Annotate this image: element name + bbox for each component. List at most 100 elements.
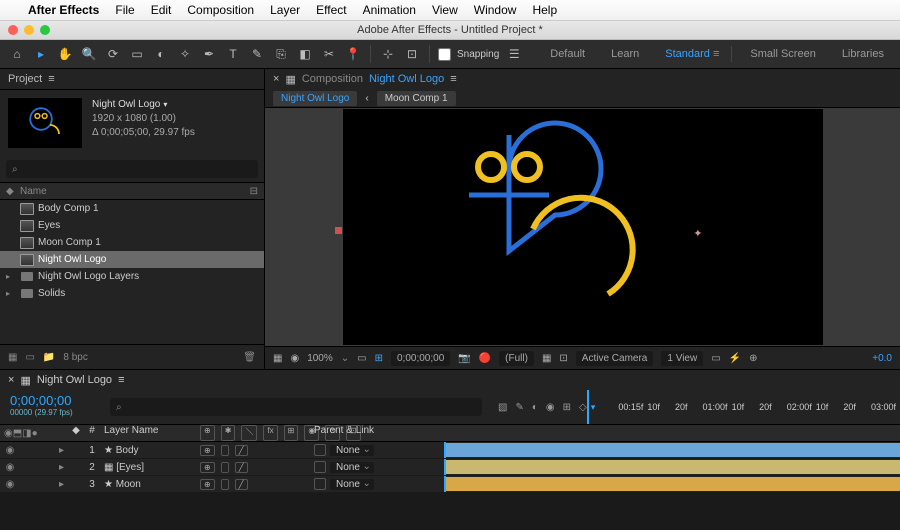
hand-tool-icon[interactable]: ✋ [56, 45, 74, 63]
zoom-tool-icon[interactable]: 🔍 [80, 45, 98, 63]
menu-view[interactable]: View [432, 3, 458, 17]
list-item[interactable]: Moon Comp 1 [0, 234, 264, 251]
workspace-learn[interactable]: Learn [603, 46, 647, 62]
layer-name[interactable]: ★ Moon [100, 479, 200, 490]
roto2-tool-icon[interactable]: ✂ [320, 45, 338, 63]
channels-icon[interactable]: 🔴 [479, 353, 491, 364]
layer-view-icon[interactable]: ▦ [285, 73, 295, 86]
list-item[interactable]: Body Comp 1 [0, 200, 264, 217]
project-search-input[interactable]: ⌕ [6, 160, 258, 178]
shy-icon[interactable]: ✎ [515, 402, 523, 413]
brush-tool-icon[interactable]: ✎ [248, 45, 266, 63]
layer-duration-bar[interactable] [446, 443, 900, 457]
workspace-small[interactable]: Small Screen [742, 46, 823, 62]
workspace-standard[interactable]: Standard ≡ [657, 46, 732, 62]
viewer-timecode[interactable]: 0;00;00;00 [391, 351, 450, 366]
layer-name[interactable]: ▦ [Eyes] [100, 462, 200, 473]
axis-icon[interactable]: ⊹ [379, 45, 397, 63]
new-comp-icon[interactable]: ▭ [25, 352, 34, 363]
app-menu[interactable]: After Effects [28, 3, 99, 17]
comp-mini-icon[interactable]: ▧ [498, 402, 507, 413]
interpret-icon[interactable]: ▦ [8, 352, 17, 363]
visibility-icon[interactable]: ◉ [4, 462, 16, 473]
viewer-close-icon[interactable]: × [273, 73, 279, 85]
time-ruler[interactable]: ▾ 00:15f10f20f01:00f10f20f02:00f10f20f03… [587, 390, 900, 424]
index-column-header[interactable]: # [84, 425, 100, 441]
breadcrumb[interactable]: Night Owl Logo [273, 91, 357, 106]
asset-name[interactable]: Night Owl Logo [92, 98, 195, 112]
menu-help[interactable]: Help [532, 3, 557, 17]
workspace-default[interactable]: Default [542, 46, 593, 62]
graph-icon[interactable]: ⊞ [563, 402, 571, 413]
tag-column-icon[interactable]: ◆ [6, 186, 20, 197]
timeline-layer-row[interactable]: ◉▸ 2 ▦ [Eyes] ⊕ ╱ None [0, 459, 900, 476]
list-item[interactable]: ▸Night Owl Logo Layers [0, 268, 264, 285]
new-folder-icon[interactable]: 📁 [43, 352, 55, 363]
pickwhip-icon[interactable] [314, 478, 326, 490]
menu-file[interactable]: File [115, 3, 134, 17]
menu-edit[interactable]: Edit [151, 3, 172, 17]
panel-menu-icon[interactable]: ≡ [48, 73, 54, 85]
pin-tool-icon[interactable]: ✧ [176, 45, 194, 63]
menu-window[interactable]: Window [474, 3, 517, 17]
marker-icon[interactable]: ◇ [579, 402, 587, 413]
grid-icon[interactable]: ⊞ [375, 353, 383, 364]
visibility-icon[interactable]: ◉ [4, 479, 16, 490]
composition-stage[interactable]: ✦ [343, 109, 823, 345]
frame-blend-icon[interactable]: ◐ [532, 402, 538, 413]
flowchart-icon[interactable]: ⊟ [250, 186, 258, 197]
quality-dropdown[interactable]: (Full) [499, 351, 534, 366]
list-item[interactable]: ▸Solids [0, 285, 264, 302]
trash-icon[interactable]: 🗑 [243, 352, 256, 363]
name-column-header[interactable]: Name [20, 186, 47, 197]
snapshot-icon[interactable]: 📷 [458, 353, 470, 364]
list-item[interactable]: Night Owl Logo [0, 251, 264, 268]
viewer-canvas[interactable]: ✦ [265, 108, 900, 346]
snapping-checkbox[interactable] [438, 48, 451, 61]
bpc-label[interactable]: 8 bpc [63, 352, 87, 363]
current-timecode[interactable]: 0;00;00;00 [10, 395, 100, 407]
roto-tool-icon[interactable]: ◐ [152, 45, 170, 63]
pickwhip-icon[interactable] [314, 461, 326, 473]
zoom-dropdown[interactable]: 100% [307, 353, 333, 364]
parent-dropdown[interactable]: None [330, 462, 374, 473]
parent-dropdown[interactable]: None [330, 479, 374, 490]
type-tool-icon[interactable]: T [224, 45, 242, 63]
transparency-icon[interactable]: ▦ [542, 353, 551, 364]
parent-column-header[interactable]: Parent & Link [310, 425, 444, 441]
selection-tool-icon[interactable]: ▸ [32, 45, 50, 63]
orbit-tool-icon[interactable]: ⟳ [104, 45, 122, 63]
camera-dropdown[interactable]: Active Camera [576, 351, 654, 366]
layer-duration-bar[interactable] [446, 477, 900, 491]
tab-close-icon[interactable]: × [8, 374, 14, 386]
snap-opts-icon[interactable]: ☰ [505, 45, 523, 63]
resolution-icon[interactable]: ▭ [357, 353, 366, 364]
layer-duration-bar[interactable] [446, 460, 900, 474]
pickwhip-icon[interactable] [314, 444, 326, 456]
menu-composition[interactable]: Composition [187, 3, 254, 17]
views-dropdown[interactable]: 1 View [661, 351, 703, 366]
parent-dropdown[interactable]: None [330, 445, 374, 456]
workspace-libraries[interactable]: Libraries [834, 46, 892, 62]
anchor-point-icon[interactable]: ✦ [693, 227, 702, 240]
layer-name[interactable]: ★ Body [100, 445, 200, 456]
magnify-icon[interactable]: ▦ [273, 353, 282, 364]
menu-effect[interactable]: Effect [316, 3, 346, 17]
layername-column-header[interactable]: Layer Name [100, 425, 200, 441]
panel-menu-icon[interactable]: ≡ [118, 374, 124, 386]
fast-preview-icon[interactable]: ⚡ [729, 353, 741, 364]
menu-layer[interactable]: Layer [270, 3, 300, 17]
breadcrumb[interactable]: Moon Comp 1 [377, 91, 456, 106]
3d-view-icon[interactable]: ⊡ [559, 353, 567, 364]
motion-blur-icon[interactable]: ◉ [546, 402, 555, 413]
home-icon[interactable]: ⌂ [8, 45, 26, 63]
puppet-tool-icon[interactable]: 📍 [344, 45, 362, 63]
list-item[interactable]: Eyes [0, 217, 264, 234]
mask-icon[interactable]: ◉ [290, 353, 299, 364]
timeline-layer-row[interactable]: ◉▸ 3 ★ Moon ⊕ ╱ None [0, 476, 900, 493]
timeline-tab-name[interactable]: Night Owl Logo [37, 374, 112, 386]
pen-tool-icon[interactable]: ✒ [200, 45, 218, 63]
asset-thumbnail[interactable] [8, 98, 82, 148]
panel-menu-icon[interactable]: ≡ [450, 73, 456, 85]
pixel-aspect-icon[interactable]: ▭ [711, 353, 720, 364]
